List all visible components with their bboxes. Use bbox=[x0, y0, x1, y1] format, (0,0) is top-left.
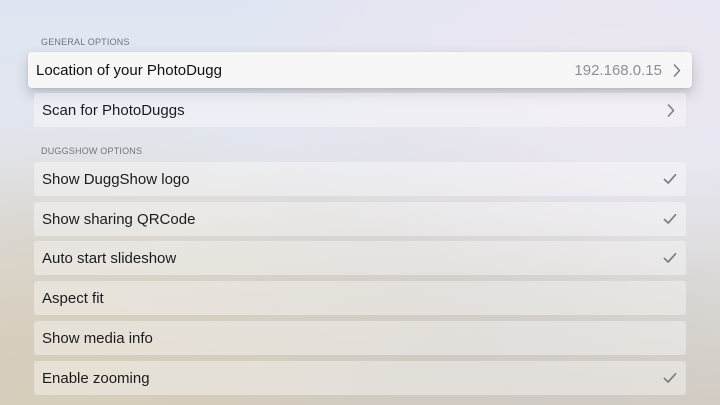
checkmark-icon bbox=[662, 291, 678, 305]
checkmark-icon bbox=[662, 212, 678, 226]
chevron-right-icon bbox=[664, 103, 678, 117]
option-label: Enable zooming bbox=[42, 369, 150, 387]
location-value: 192.168.0.15 bbox=[574, 61, 662, 79]
location-label: Location of your PhotoDugg bbox=[36, 61, 222, 79]
duggshow-option-row[interactable]: Enable zooming bbox=[34, 361, 686, 395]
duggshow-option-row[interactable]: Show sharing QRCode bbox=[34, 202, 686, 236]
chevron-right-icon bbox=[670, 63, 684, 77]
duggshow-option-row[interactable]: Aspect fit bbox=[34, 281, 686, 315]
option-label: Show sharing QRCode bbox=[42, 210, 196, 228]
scan-row[interactable]: Scan for PhotoDuggs bbox=[34, 93, 686, 127]
scan-label: Scan for PhotoDuggs bbox=[42, 101, 185, 119]
checkmark-icon bbox=[662, 172, 678, 186]
section-header-duggshow: DUGGSHOW OPTIONS bbox=[41, 146, 143, 156]
option-label: Show media info bbox=[42, 329, 153, 347]
duggshow-option-row[interactable]: Show DuggShow logo bbox=[34, 162, 686, 196]
section-header-general: GENERAL OPTIONS bbox=[41, 37, 130, 47]
checkmark-icon bbox=[662, 251, 678, 265]
location-row[interactable]: Location of your PhotoDugg 192.168.0.15 bbox=[28, 52, 692, 88]
option-label: Auto start slideshow bbox=[42, 249, 177, 267]
checkmark-icon bbox=[662, 331, 678, 345]
checkmark-icon bbox=[662, 371, 678, 385]
duggshow-option-row[interactable]: Show media info bbox=[34, 321, 686, 355]
option-label: Show DuggShow logo bbox=[42, 170, 190, 188]
duggshow-option-row[interactable]: Auto start slideshow bbox=[34, 241, 686, 275]
option-label: Aspect fit bbox=[42, 289, 104, 307]
